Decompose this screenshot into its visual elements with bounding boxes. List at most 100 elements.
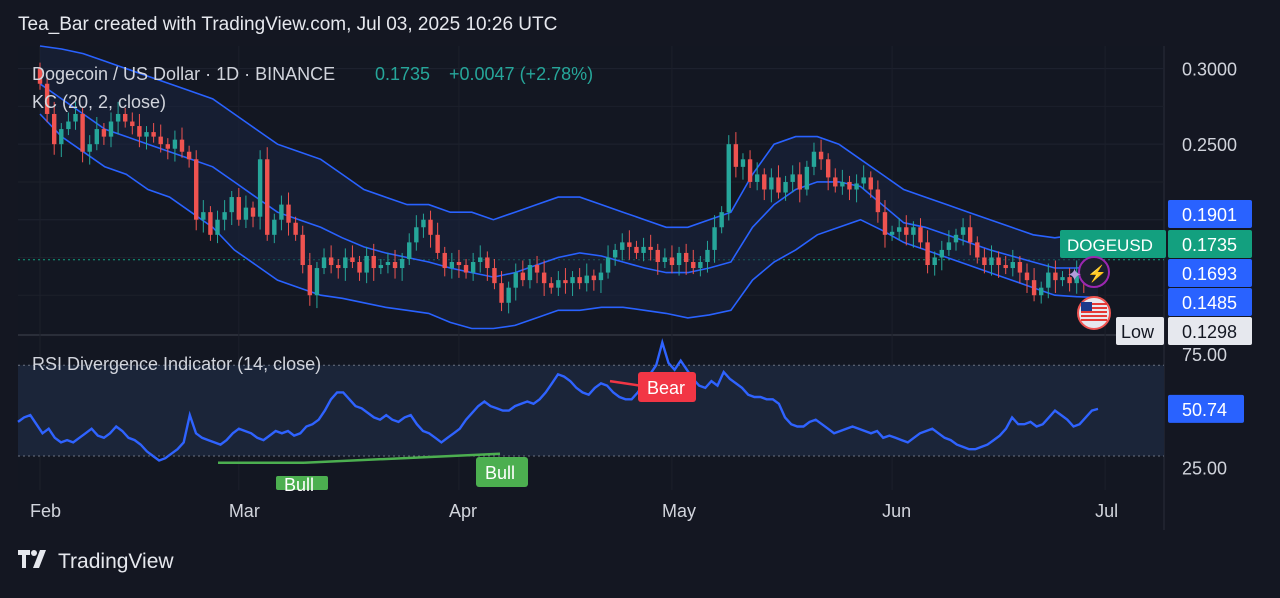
candle-body[interactable] <box>1031 280 1037 296</box>
candle-body[interactable] <box>612 249 618 258</box>
candle-body[interactable] <box>549 283 554 288</box>
candle-body[interactable] <box>208 212 213 235</box>
candle-body[interactable] <box>655 249 660 263</box>
candle-body[interactable] <box>378 265 384 269</box>
candle-body[interactable] <box>705 249 710 263</box>
candle-body[interactable] <box>967 227 973 243</box>
candle-body[interactable] <box>1024 272 1030 281</box>
candle-body[interactable] <box>222 212 227 220</box>
candle-body[interactable] <box>435 234 440 253</box>
candle-body[interactable] <box>392 262 398 269</box>
candle-body[interactable] <box>80 113 85 152</box>
candle-body[interactable] <box>314 268 320 296</box>
candle-body[interactable] <box>605 257 611 273</box>
candle-body[interactable] <box>115 113 121 122</box>
candle-body[interactable] <box>428 219 433 235</box>
candle-body[interactable] <box>769 177 774 190</box>
candle-body[interactable] <box>904 227 909 235</box>
candle-body[interactable] <box>66 121 71 130</box>
candle-body[interactable] <box>151 132 156 137</box>
candle-body[interactable] <box>286 204 291 223</box>
candle-body[interactable] <box>371 255 376 269</box>
candle-body[interactable] <box>350 257 355 263</box>
candle-body[interactable] <box>158 136 163 145</box>
candle-body[interactable] <box>130 121 135 127</box>
candle-body[interactable] <box>875 189 881 213</box>
candle-body[interactable] <box>186 151 192 160</box>
candle-body[interactable] <box>1038 287 1044 296</box>
candle-body[interactable] <box>662 257 668 263</box>
candle-body[interactable] <box>925 242 930 266</box>
candle-body[interactable] <box>989 257 994 266</box>
chart-container[interactable]: Dogecoin / US Dollar · 1D · BINANCE 0.173… <box>0 0 1280 593</box>
candle-body[interactable] <box>740 159 746 167</box>
time-axis[interactable] <box>18 490 1164 530</box>
candle-body[interactable] <box>747 159 753 182</box>
candle-body[interactable] <box>591 275 597 281</box>
candle-body[interactable] <box>407 242 412 259</box>
candle-body[interactable] <box>634 246 639 253</box>
candle-body[interactable] <box>584 275 589 284</box>
candle-body[interactable] <box>953 234 959 243</box>
candle-body[interactable] <box>797 174 802 190</box>
candle-body[interactable] <box>719 212 724 228</box>
candle-body[interactable] <box>137 126 142 137</box>
candle-body[interactable] <box>236 197 242 220</box>
candle-body[interactable] <box>179 139 185 152</box>
candle-body[interactable] <box>279 204 284 220</box>
candle-body[interactable] <box>712 227 717 250</box>
candle-body[interactable] <box>577 277 582 284</box>
candle-body[interactable] <box>932 257 937 266</box>
candle-body[interactable] <box>868 177 873 190</box>
candle-body[interactable] <box>620 242 625 250</box>
candle-body[interactable] <box>541 272 547 284</box>
candle-body[interactable] <box>265 159 270 235</box>
candle-body[interactable] <box>300 234 305 266</box>
candle-body[interactable] <box>762 174 767 190</box>
candle-body[interactable] <box>243 207 249 220</box>
candle-body[interactable] <box>939 249 944 258</box>
candle-body[interactable] <box>911 227 916 235</box>
candle-body[interactable] <box>790 174 795 182</box>
candle-body[interactable] <box>570 277 575 284</box>
candle-body[interactable] <box>456 262 462 266</box>
candle-body[interactable] <box>328 257 334 266</box>
candle-body[interactable] <box>307 265 313 296</box>
bull-label[interactable]: Bull <box>476 457 528 487</box>
candle-body[interactable] <box>598 272 604 281</box>
candle-body[interactable] <box>499 283 504 303</box>
candle-body[interactable] <box>101 129 107 137</box>
candle-body[interactable] <box>676 252 682 266</box>
candle-body[interactable] <box>818 151 824 160</box>
candle-body[interactable] <box>257 159 263 217</box>
candle-body[interactable] <box>563 280 568 284</box>
candle-body[interactable] <box>470 262 476 273</box>
candle-body[interactable] <box>1010 262 1015 269</box>
candle-body[interactable] <box>641 246 646 253</box>
candle-body[interactable] <box>698 262 703 269</box>
candle-body[interactable] <box>194 159 199 220</box>
candle-body[interactable] <box>421 219 426 228</box>
candle-body[interactable] <box>250 207 256 217</box>
candle-body[interactable] <box>833 177 838 187</box>
candle-body[interactable] <box>215 219 220 235</box>
candle-body[interactable] <box>442 252 447 269</box>
candle-body[interactable] <box>1053 272 1058 281</box>
candle-body[interactable] <box>94 129 100 145</box>
candle-body[interactable] <box>1060 277 1065 281</box>
candle-body[interactable] <box>1003 265 1008 269</box>
candle-body[interactable] <box>683 252 689 263</box>
candle-body[interactable] <box>485 257 490 269</box>
candle-body[interactable] <box>847 181 852 190</box>
candle-body[interactable] <box>854 183 859 190</box>
candle-body[interactable] <box>165 144 171 149</box>
candle-body[interactable] <box>357 262 362 273</box>
candle-body[interactable] <box>627 242 632 247</box>
candle-body[interactable] <box>399 258 405 269</box>
candle-body[interactable] <box>882 212 888 235</box>
candle-body[interactable] <box>343 257 348 269</box>
candle-body[interactable] <box>982 257 987 266</box>
candle-body[interactable] <box>87 144 92 152</box>
candle-body[interactable] <box>733 144 739 167</box>
candle-body[interactable] <box>385 262 391 266</box>
